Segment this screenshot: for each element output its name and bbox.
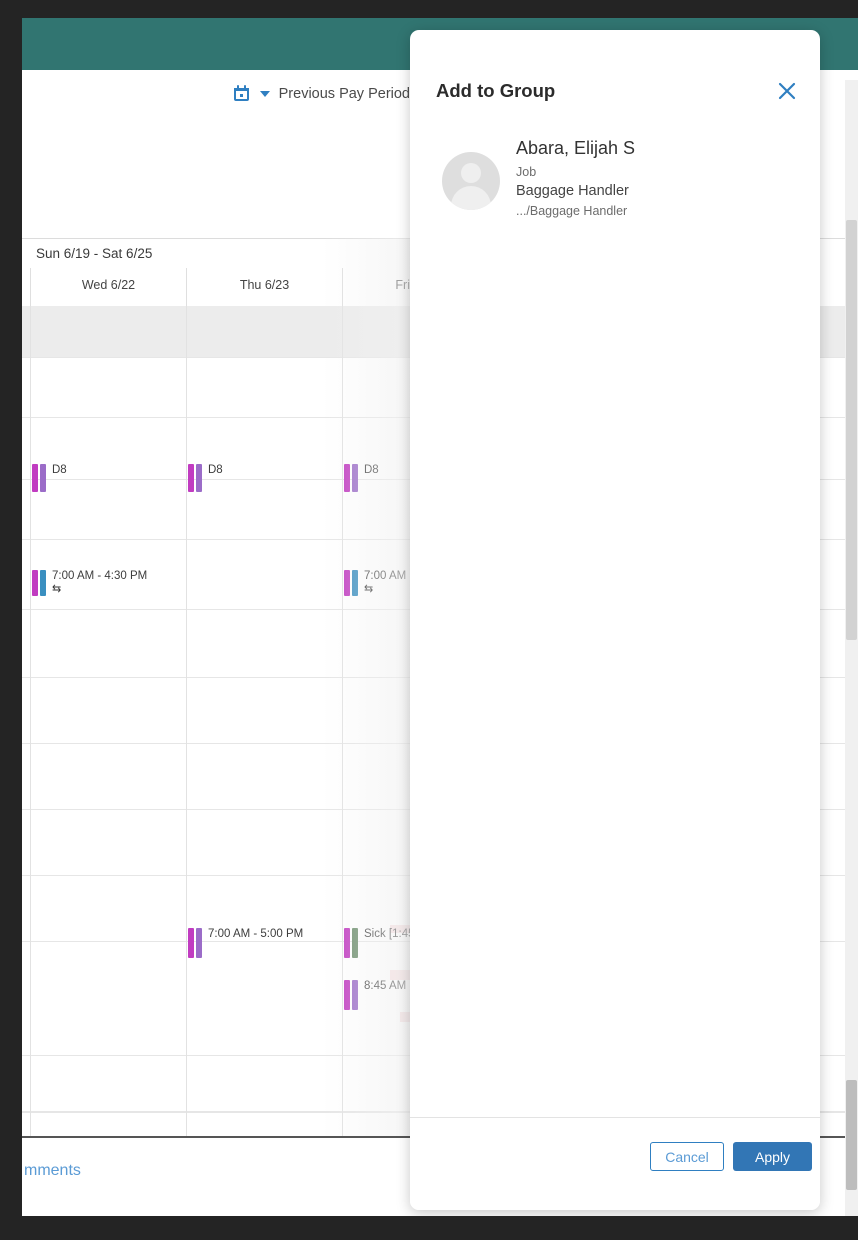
close-icon[interactable] — [774, 78, 800, 104]
day-header-wed[interactable]: Wed 6/22 — [30, 268, 186, 306]
shift-label: 8:45 AM — [364, 980, 407, 992]
window-chrome-bottom — [0, 1216, 858, 1240]
shift-bar — [352, 928, 358, 958]
window-chrome-top — [0, 0, 858, 18]
shift-bar — [352, 464, 358, 492]
shift-chip[interactable]: D8 — [32, 464, 67, 492]
shift-bar — [352, 980, 358, 1010]
scrollbar-thumb[interactable] — [846, 220, 857, 640]
shift-bar — [196, 928, 202, 958]
scrollbar-thumb-secondary[interactable] — [846, 1080, 857, 1190]
avatar-icon — [442, 152, 500, 210]
grid-column-wed — [30, 306, 186, 1136]
shift-chip[interactable]: D8 — [344, 464, 379, 492]
shift-bar — [352, 570, 358, 596]
shift-bar — [344, 570, 350, 596]
shift-chip[interactable]: 7:00 AM - 5:00 PM — [188, 928, 303, 958]
calendar-icon[interactable] — [233, 84, 251, 103]
shift-bar — [188, 464, 194, 492]
shift-bar — [188, 928, 194, 958]
shift-bar — [344, 928, 350, 958]
shift-bar — [196, 464, 202, 492]
employee-job-label: Job — [516, 165, 537, 179]
comments-link[interactable]: mments — [24, 1162, 81, 1180]
shift-chip[interactable]: 7:00 AM ⇆ — [344, 570, 406, 596]
dialog-footer: Cancel Apply — [410, 1117, 820, 1210]
shift-bar — [32, 570, 38, 596]
week-range-label: Sun 6/19 - Sat 6/25 — [36, 246, 153, 261]
shift-bar — [344, 980, 350, 1010]
add-to-group-dialog: Add to Group Abara, Elijah S Job Baggage… — [410, 30, 820, 1210]
day-header-thu[interactable]: Thu 6/23 — [186, 268, 342, 306]
shift-label: 7:00 AM - 5:00 PM — [208, 928, 304, 940]
shift-bar — [40, 570, 46, 596]
shift-label: Sick [1:45 — [364, 928, 415, 940]
employee-name: Abara, Elijah S — [516, 138, 636, 158]
shift-bar — [344, 464, 350, 492]
shift-chip[interactable]: 8:45 AM — [344, 980, 406, 1010]
apply-button[interactable]: Apply — [733, 1142, 812, 1171]
dialog-title: Add to Group — [436, 80, 556, 101]
shift-label: 7:00 AM - 4:30 PM ⇆ — [52, 570, 148, 595]
shift-chip[interactable]: D8 — [188, 464, 223, 492]
chevron-down-icon[interactable] — [259, 90, 270, 97]
swap-icon: ⇆ — [52, 583, 62, 595]
shift-chip[interactable]: 7:00 AM - 4:30 PM ⇆ — [32, 570, 147, 596]
window-chrome-left — [0, 0, 22, 1216]
grid-column-thu — [186, 306, 342, 1136]
shift-label: D8 — [208, 464, 223, 476]
shift-chip[interactable]: Sick [1:45 — [344, 928, 415, 958]
pay-period-label[interactable]: Previous Pay Period — [279, 86, 410, 102]
employee-summary: Abara, Elijah S Job Baggage Handler .../… — [436, 138, 796, 224]
vertical-scrollbar[interactable] — [845, 80, 858, 1216]
employee-job-title: Baggage Handler — [516, 183, 629, 199]
shift-bar — [32, 464, 38, 492]
shift-bar — [40, 464, 46, 492]
shift-label: D8 — [364, 464, 379, 476]
swap-icon: ⇆ — [364, 583, 374, 595]
cancel-button[interactable]: Cancel — [650, 1142, 724, 1171]
shift-label: D8 — [52, 464, 67, 476]
shift-label: 7:00 AM ⇆ — [364, 570, 407, 595]
employee-job-path: .../Baggage Handler — [516, 204, 628, 218]
